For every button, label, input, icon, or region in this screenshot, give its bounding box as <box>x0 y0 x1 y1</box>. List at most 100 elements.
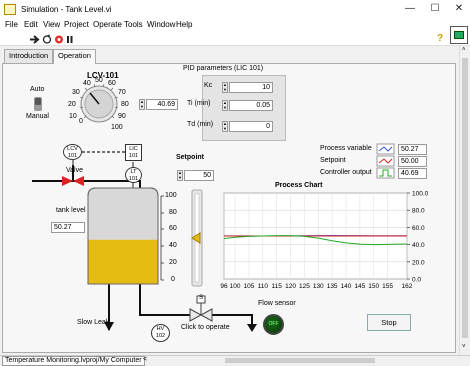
dial-tick-40: 40 <box>83 80 91 87</box>
x-tick-label: 150 <box>368 283 379 290</box>
tank-scale-20: 20 <box>169 259 177 266</box>
outlet-arrow <box>247 324 257 332</box>
x-tick-label: 120 <box>285 283 296 290</box>
manual-label: Manual <box>26 113 49 120</box>
dial-tick-100: 100 <box>111 124 123 131</box>
horizontal-scroll-thumb[interactable] <box>225 358 375 363</box>
tank <box>87 187 159 285</box>
dial-tick-70: 70 <box>118 89 126 96</box>
x-tick-label: 140 <box>341 283 352 290</box>
y-tick-label: 40.0 <box>412 242 425 249</box>
chart-title: Process Chart <box>275 182 323 189</box>
tab-operation[interactable]: Operation <box>53 49 96 64</box>
x-tick-label: 110 <box>258 283 269 290</box>
lcv-spinner[interactable]: ▲ ▼ <box>139 99 145 110</box>
y-tick-label: 100.0 <box>412 191 429 198</box>
lcv-value-field[interactable]: 40.69 <box>146 99 178 110</box>
flow-sensor-label: Flow sensor <box>258 300 296 307</box>
legend-value-setpoint: 50.00 <box>398 156 427 167</box>
scroll-up-icon[interactable]: ˄ <box>462 47 466 53</box>
ti-field[interactable]: 0.05 <box>229 100 273 111</box>
chart-x-ticks: 96 100 105 110 115 120 125 130 135 140 145 150 155 16… <box>220 283 412 290</box>
legend-glyph-controller-output <box>376 167 395 179</box>
hv-bubble-tag: HV <box>156 326 165 332</box>
auto-manual-toggle[interactable] <box>34 97 42 111</box>
ti-spinner[interactable]: ▲ ▼ <box>222 100 228 111</box>
hv-bubble-num: 102 <box>155 333 166 339</box>
tank-level-field: 50.27 <box>51 222 85 233</box>
hv-bubble[interactable]: HV 102 <box>151 324 170 342</box>
legend-label-controller-output: Controller output <box>320 169 372 176</box>
tank-scale-100: 100 <box>165 192 177 199</box>
y-tick-label: 20.0 <box>412 259 425 266</box>
valve-label: Valve <box>66 167 83 174</box>
tank-scale-40: 40 <box>169 242 177 249</box>
legend-label-setpoint: Setpoint <box>320 157 346 164</box>
kc-field[interactable]: 10 <box>229 82 273 93</box>
pid-title: PID parameters (LIC 101) <box>183 65 264 72</box>
td-label: Td (min) <box>187 121 214 128</box>
x-tick-label: 135 <box>327 283 338 290</box>
x-tick-label: 162 <box>402 283 413 290</box>
tank-level-label: tank level <box>56 207 86 214</box>
scroll-thumb[interactable] <box>462 58 468 338</box>
td-spinner[interactable]: ▲ ▼ <box>222 121 228 132</box>
y-tick-label: 80.0 <box>412 208 425 215</box>
dial-tick-10: 10 <box>69 113 77 120</box>
dial-tick-20: 20 <box>68 101 76 108</box>
status-bar: Temperature Monitoring.lvproj/My Compute… <box>0 355 470 366</box>
setpoint-title: Setpoint <box>176 154 204 161</box>
flow-sensor-led: OFF <box>263 314 284 335</box>
slow-leak-label: Slow Leak <box>77 319 110 326</box>
tank-fluid <box>88 239 158 284</box>
setpoint-slider[interactable] <box>191 189 203 287</box>
td-field[interactable]: 0 <box>229 121 273 132</box>
dial-tick-30: 30 <box>72 89 80 96</box>
kc-label: Kc <box>204 82 213 89</box>
setpoint-spinner[interactable]: ▲ ▼ <box>177 170 183 181</box>
scroll-left-icon[interactable]: < <box>143 356 147 363</box>
x-tick-label: 96 <box>220 283 228 290</box>
vertical-scrollbar[interactable]: ˄ ˅ <box>459 46 470 355</box>
x-tick-label: 145 <box>354 283 365 290</box>
x-tick-label: 100 <box>230 283 241 290</box>
x-tick-label: 105 <box>244 283 255 290</box>
dial-tick-90: 90 <box>118 113 126 120</box>
scroll-down-icon[interactable]: ˅ <box>462 344 466 350</box>
tank-scale-0: 0 <box>171 276 175 283</box>
dial-tick-80: 80 <box>121 101 129 108</box>
lt-bubble-num: 101 <box>128 175 139 182</box>
lic-bubble: LIC 101 <box>125 144 142 161</box>
chart-y-ticks: 100.0 80.0 60.0 40.0 20.0 0.0 <box>407 191 429 284</box>
x-tick-label: 155 <box>382 283 393 290</box>
tank-scale-60: 60 <box>169 225 177 232</box>
dial-tick-50: 50 <box>95 77 103 84</box>
legend-value-controller-output: 40.69 <box>398 168 427 179</box>
ti-label: Ti (min) <box>187 100 211 107</box>
setpoint-field[interactable]: 50 <box>184 170 214 181</box>
outlet-pipe <box>139 284 190 316</box>
legend-glyph-setpoint <box>376 155 395 167</box>
tank-scale <box>160 195 164 281</box>
kc-spinner[interactable]: ▲ ▼ <box>222 82 228 93</box>
lcv-bubble-num: 101 <box>67 152 78 159</box>
solenoid-tag: S <box>199 295 204 301</box>
y-tick-label: 60.0 <box>412 225 425 232</box>
lt-bubble: LT 101 <box>125 167 142 183</box>
lic-bubble-num: 101 <box>128 152 139 159</box>
tank-scale-80: 80 <box>169 209 177 216</box>
legend-glyph-process-variable <box>376 143 395 155</box>
x-tick-label: 130 <box>313 283 324 290</box>
stop-button[interactable]: Stop <box>367 314 411 331</box>
dial-tick-0: 0 <box>79 118 83 125</box>
legend-value-process-variable: 50.27 <box>398 144 427 155</box>
lcv-bubble: LCV 101 <box>63 144 82 160</box>
x-tick-label: 115 <box>271 283 282 290</box>
lcv-dial[interactable] <box>79 83 119 123</box>
auto-label: Auto <box>30 86 45 93</box>
y-tick-label: 0.0 <box>412 277 421 284</box>
click-to-operate-label: Click to operate <box>181 324 230 331</box>
x-tick-label: 125 <box>299 283 310 290</box>
dial-tick-60: 60 <box>108 80 116 87</box>
legend-label-process-variable: Process variable <box>320 145 372 152</box>
